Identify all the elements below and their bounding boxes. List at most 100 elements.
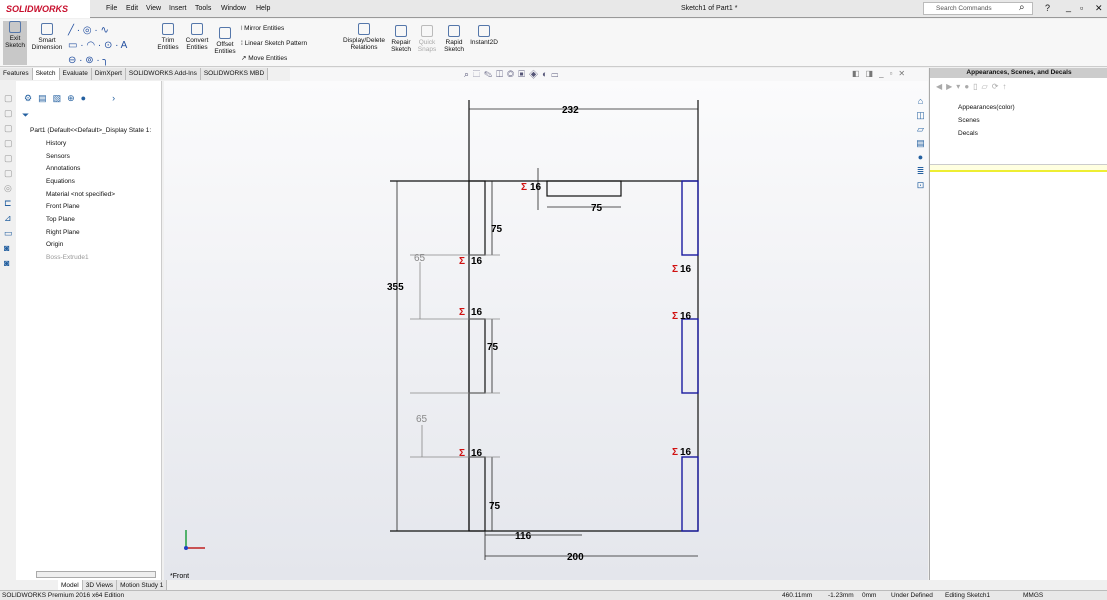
linear-pattern-button[interactable]: ⁞ Linear Sketch Pattern [241, 40, 307, 47]
repair-sketch-button[interactable]: Repair Sketch [389, 25, 413, 53]
sketch-entities-tools[interactable]: ╱ · ◎ · ∿ ▭ · ◠ · ⊙ · A ⊖ · ⊚ · ╮ [68, 23, 144, 68]
tree-item-sensors[interactable]: Sensors [46, 153, 70, 160]
units-selector[interactable]: MMGS [1023, 592, 1043, 599]
dim-75-c[interactable]: 75 [489, 501, 501, 512]
viewport-window-controls[interactable]: ◧◨_▫✕ [852, 69, 911, 78]
triad-icon [184, 530, 205, 550]
convert-icon [191, 23, 203, 35]
tab-3d-views[interactable]: 3D Views [82, 580, 118, 590]
convert-entities-button[interactable]: Convert Entities [183, 23, 211, 51]
equal-relation-icon: Σ [521, 182, 527, 193]
instant2d-button[interactable]: Instant2D [468, 25, 500, 46]
tree-item-right-plane[interactable]: Right Plane [46, 229, 80, 236]
view-toolbar-left: ▢ ▢ ▢ ▢ ▢ ▢ ◎ ⊏ ⊿ ▭ ◙ ◙ [4, 93, 13, 268]
dim-height-355[interactable]: 355 [387, 282, 404, 293]
dim-65-b[interactable]: 65 [416, 414, 428, 425]
tab-features[interactable]: Features [0, 68, 33, 80]
tree-root-part1[interactable]: Part1 (Default<<Default>_Display State 1… [30, 127, 151, 134]
appearances-item[interactable]: Appearances(color) [958, 104, 1015, 111]
task-pane-tabs[interactable]: ⌂ ◫ ▱ ▤ ● ≣ ⊡ [914, 94, 927, 192]
menu-file[interactable]: File [106, 5, 117, 12]
tree-item-boss-extrude1[interactable]: Boss-Extrude1 [46, 254, 89, 261]
tree-item-front-plane[interactable]: Front Plane [46, 203, 80, 210]
tab-addins[interactable]: SOLIDWORKS Add-Ins [125, 68, 201, 80]
scenes-item[interactable]: Scenes [958, 117, 980, 124]
dim-width-232[interactable]: 232 [562, 105, 579, 116]
equal-relation-icon: Σ [459, 307, 465, 318]
command-manager: Exit Sketch Smart Dimension ╱ · ◎ · ∿ ▭ ·… [0, 19, 1107, 67]
splitter[interactable] [930, 164, 1107, 172]
dimxpert-tab-icon[interactable]: ⊕ [67, 93, 75, 107]
exit-sketch-label: Exit Sketch [5, 35, 25, 49]
tree-item-origin[interactable]: Origin [46, 241, 63, 248]
menu-help[interactable]: Help [256, 5, 270, 12]
dim-16-r1[interactable]: 16 [680, 264, 692, 275]
equal-relation-icon: Σ [672, 264, 678, 275]
menu-insert[interactable]: Insert [169, 5, 187, 12]
feature-manager-tree: ⚙ ▤ ▧ ⊕ ● › ⏷ Part1 (Default<<Default>_Displa… [16, 81, 162, 580]
search-commands-input[interactable]: Search Commands [923, 2, 1033, 15]
tab-model[interactable]: Model [58, 580, 83, 590]
offset-entities-button[interactable]: Offset Entities [212, 27, 238, 55]
menu-tools[interactable]: Tools [195, 5, 211, 12]
dim-16-top[interactable]: 16 [530, 182, 542, 193]
chevron-right-icon[interactable]: › [112, 93, 115, 107]
tab-motion-study[interactable]: Motion Study 1 [117, 580, 168, 590]
display-tab-icon[interactable]: ● [81, 93, 86, 107]
linear-pattern-label: Linear Sketch Pattern [244, 40, 308, 47]
help-icon[interactable]: ? [1045, 3, 1050, 13]
trim-entities-button[interactable]: Trim Entities [155, 23, 181, 51]
move-entities-button[interactable]: ↗ Move Entities [241, 55, 287, 62]
tree-item-annotations[interactable]: Annotations [46, 165, 80, 172]
display-delete-relations-button[interactable]: Display/Delete Relations [342, 23, 386, 51]
propertymanager-tab-icon[interactable]: ▤ [38, 93, 47, 107]
dim-16-l3[interactable]: 16 [471, 448, 483, 459]
sketch-state: Under Defined [891, 592, 933, 599]
manager-tabs[interactable]: ⚙ ▤ ▧ ⊕ ● › [20, 93, 160, 107]
exit-sketch-button[interactable]: Exit Sketch [3, 21, 27, 65]
minimize-button[interactable]: _ [1066, 2, 1071, 12]
solidworks-logo: SOLIDWORKS [0, 0, 90, 18]
tab-sketch[interactable]: Sketch [32, 68, 60, 80]
task-pane: Appearances, Scenes, and Decals ◀▶▾●▯▱⟳↑… [929, 68, 1107, 580]
tree-item-equations[interactable]: Equations [46, 178, 75, 185]
graphics-area[interactable]: 232 355 200 116 75 75 75 75 65 65 16 16 … [164, 81, 928, 580]
decals-item[interactable]: Decals [958, 130, 978, 137]
dim-16-r3[interactable]: 16 [680, 447, 692, 458]
configuration-tab-icon[interactable]: ▧ [53, 93, 62, 107]
dim-200[interactable]: 200 [567, 552, 584, 563]
dim-16-r2[interactable]: 16 [680, 311, 692, 322]
slot-left-1 [468, 180, 486, 256]
task-pane-toolbar[interactable]: ◀▶▾●▯▱⟳↑ [936, 82, 1010, 91]
slot-right-1 [681, 180, 699, 256]
dim-16-l1[interactable]: 16 [471, 256, 483, 267]
dim-65-a[interactable]: 65 [414, 253, 426, 264]
heads-up-view-toolbar[interactable]: ⌕⬚✎◫◎▣◈◐▭ [464, 69, 562, 80]
quick-snaps-button[interactable]: Quick Snaps [416, 25, 438, 53]
quick-snaps-label: Quick Snaps [417, 39, 437, 53]
close-button[interactable]: ✕ [1095, 3, 1103, 14]
tab-mbd[interactable]: SOLIDWORKS MBD [200, 68, 269, 80]
menu-view[interactable]: View [146, 5, 161, 12]
horizontal-scrollbar[interactable] [36, 571, 156, 578]
filter-icon[interactable]: ⏷ [22, 110, 29, 121]
dim-75-top[interactable]: 75 [591, 203, 603, 214]
mirror-entities-button[interactable]: ⧘ Mirror Entities [241, 25, 284, 32]
tree-item-history[interactable]: History [46, 140, 66, 147]
rapid-sketch-button[interactable]: Rapid Sketch [442, 25, 466, 53]
dim-16-l2[interactable]: 16 [471, 307, 483, 318]
smart-dimension-button[interactable]: Smart Dimension [30, 23, 64, 51]
menu-edit[interactable]: Edit [126, 5, 138, 12]
dim-75-b[interactable]: 75 [487, 342, 499, 353]
sketch-canvas[interactable]: 232 355 200 116 75 75 75 75 65 65 16 16 … [164, 81, 928, 580]
tab-evaluate[interactable]: Evaluate [59, 68, 92, 80]
search-icon[interactable]: ⌕ [1019, 2, 1025, 13]
restore-button[interactable]: ▫ [1080, 3, 1083, 13]
featuremanager-tab-icon[interactable]: ⚙ [24, 93, 32, 107]
tree-item-top-plane[interactable]: Top Plane [46, 216, 75, 223]
dim-116[interactable]: 116 [515, 531, 532, 542]
dim-75-a[interactable]: 75 [491, 224, 503, 235]
menu-window[interactable]: Window [221, 5, 246, 12]
tree-item-material[interactable]: Material <not specified> [46, 191, 115, 198]
tab-dimxpert[interactable]: DimXpert [91, 68, 126, 80]
